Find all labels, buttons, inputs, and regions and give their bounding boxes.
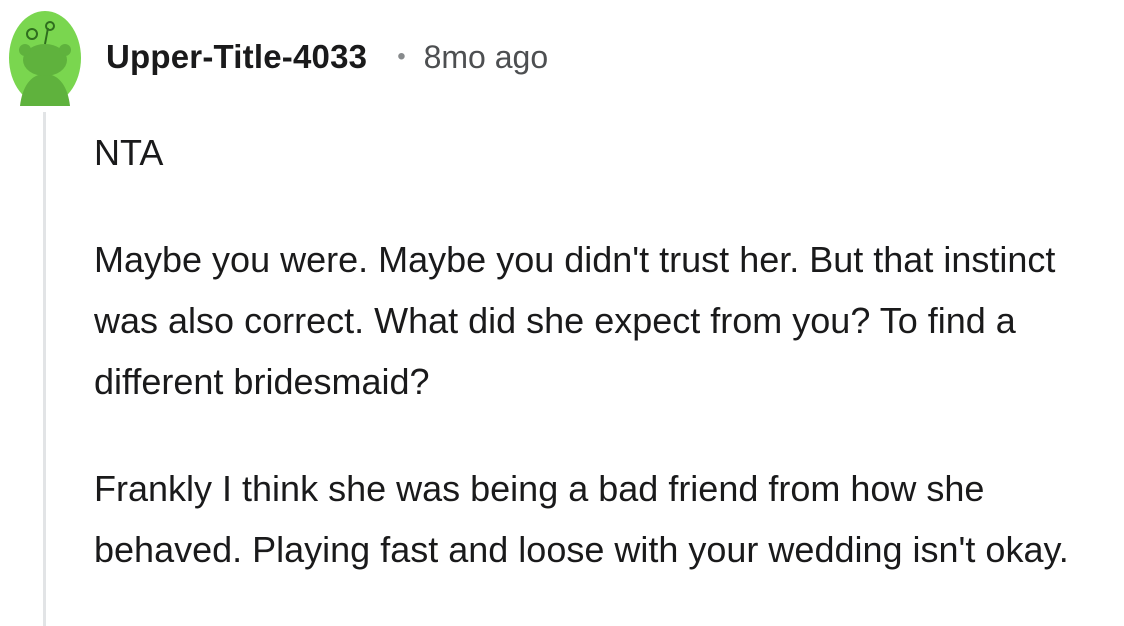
comment-header: Upper-Title-4033 • 8mo ago [106, 36, 548, 78]
thread-line[interactable] [43, 112, 46, 626]
comment: Upper-Title-4033 • 8mo ago NTA Maybe you… [0, 0, 1124, 626]
comment-body: NTA Maybe you were. Maybe you didn't tru… [94, 122, 1120, 580]
comment-paragraph-verdict: NTA [94, 132, 164, 173]
comment-paragraph-3: Frankly I think she was being a bad frie… [94, 468, 1069, 570]
separator-dot: • [397, 43, 406, 70]
comment-paragraph-2: Maybe you were. Maybe you didn't trust h… [94, 239, 1056, 402]
timestamp[interactable]: 8mo ago [424, 39, 549, 76]
username-link[interactable]: Upper-Title-4033 [106, 38, 367, 76]
snoo-avatar-icon[interactable] [8, 10, 82, 106]
